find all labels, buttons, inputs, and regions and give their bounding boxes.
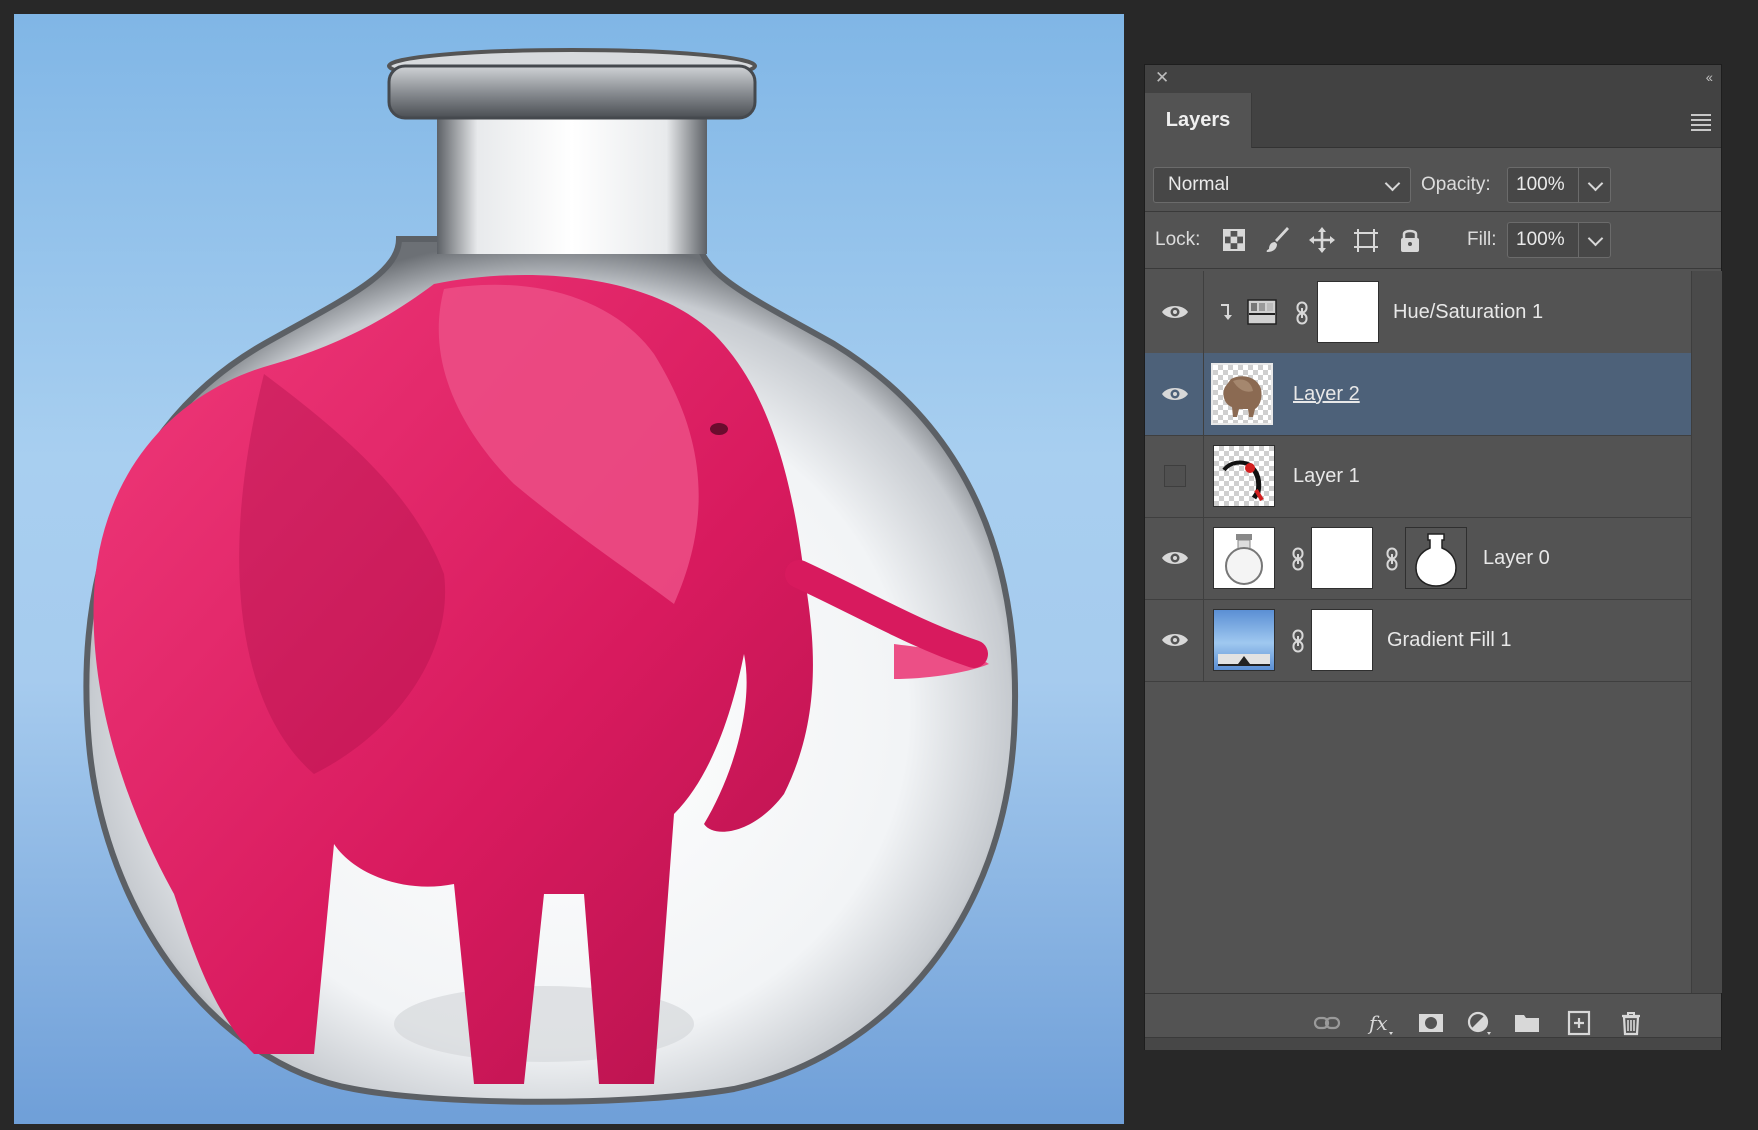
eye-icon: [1162, 634, 1188, 646]
lock-position-icon[interactable]: [1307, 225, 1337, 255]
layers-scrollbar[interactable]: [1691, 271, 1722, 993]
panel-tab-bar: Layers: [1145, 93, 1721, 148]
visibility-toggle[interactable]: [1145, 271, 1204, 353]
fill-label: Fill:: [1467, 229, 1497, 250]
layer-mask-thumbnail[interactable]: [1311, 609, 1373, 671]
opacity-field[interactable]: 100%: [1507, 167, 1611, 203]
blend-mode-value: Normal: [1168, 174, 1230, 195]
layer-row-hue-saturation[interactable]: Hue/Saturation 1: [1145, 271, 1691, 354]
layers-list: Hue/Saturation 1 Layer 2 Layer 1 Layer 0…: [1145, 271, 1691, 993]
layer-name[interactable]: Layer 2: [1293, 353, 1360, 435]
lock-artboard-icon[interactable]: [1351, 225, 1381, 255]
canvas-artwork: [83, 48, 1018, 1105]
layer-mask-thumbnail[interactable]: [1317, 281, 1379, 343]
gradient-fill-thumbnail[interactable]: [1213, 609, 1275, 671]
dancer-thumbnail-image: [1222, 460, 1264, 502]
panel-resize-grip[interactable]: [1145, 1037, 1721, 1050]
elephant-thumbnail-image: [1223, 376, 1262, 417]
fill-field[interactable]: 100%: [1507, 222, 1611, 258]
blend-mode-select[interactable]: Normal: [1153, 167, 1411, 203]
layers-panel: ✕ ‹‹ Layers Normal Opacity: 100% Lock: F…: [1144, 64, 1722, 1050]
visibility-toggle[interactable]: [1145, 435, 1204, 517]
add-mask-icon[interactable]: [1417, 1010, 1445, 1036]
hue-saturation-adjustment-icon: [1247, 299, 1277, 325]
layer-name[interactable]: Layer 1: [1293, 435, 1360, 517]
layer-name[interactable]: Gradient Fill 1: [1387, 599, 1512, 681]
fill-dropdown-icon[interactable]: [1587, 230, 1604, 247]
document-canvas[interactable]: [14, 14, 1124, 1124]
delete-layer-icon[interactable]: [1617, 1010, 1645, 1036]
close-icon[interactable]: ✕: [1155, 68, 1169, 88]
layer-thumbnail[interactable]: [1213, 527, 1275, 589]
eye-icon: [1162, 306, 1188, 318]
clipping-arrow-icon: [1221, 304, 1232, 320]
mask-link-icon[interactable]: [1291, 547, 1305, 571]
layer-mask-thumbnail[interactable]: [1311, 527, 1373, 589]
eye-icon: [1162, 552, 1188, 564]
lock-all-icon[interactable]: [1395, 225, 1425, 255]
mask-link-icon[interactable]: [1385, 547, 1399, 571]
layer-row-layer-1[interactable]: Layer 1: [1145, 435, 1691, 518]
vector-mask-thumbnail[interactable]: [1405, 527, 1467, 589]
link-layers-icon[interactable]: [1313, 1010, 1341, 1036]
panel-title-bar: ✕ ‹‹: [1145, 65, 1721, 94]
lock-label: Lock:: [1155, 229, 1201, 250]
layer-name[interactable]: Layer 0: [1483, 517, 1550, 599]
mask-link-icon[interactable]: [1295, 301, 1309, 325]
collapse-panel-icon[interactable]: ‹‹: [1706, 69, 1713, 85]
visibility-toggle[interactable]: [1145, 599, 1204, 681]
bottle-thumbnail-image: [1225, 534, 1263, 585]
layer-thumbnail[interactable]: [1211, 363, 1273, 425]
fx-icon[interactable]: fx: [1367, 1010, 1395, 1036]
visibility-toggle[interactable]: [1145, 353, 1204, 435]
chevron-down-icon: [1384, 175, 1401, 192]
lock-paint-icon[interactable]: [1263, 225, 1293, 255]
gradient-fill-icon: [1218, 654, 1270, 666]
layer-row-layer-0[interactable]: Layer 0: [1145, 517, 1691, 600]
visibility-off-box: [1164, 465, 1186, 487]
eye-icon: [1162, 388, 1188, 400]
layers-footer-toolbar: fx: [1145, 993, 1721, 1050]
visibility-toggle[interactable]: [1145, 517, 1204, 599]
adjustment-icon[interactable]: [1465, 1010, 1493, 1036]
divider: [1145, 268, 1721, 269]
new-group-icon[interactable]: [1513, 1010, 1541, 1036]
divider: [1145, 211, 1721, 212]
svg-text:fx: fx: [1367, 1011, 1388, 1035]
new-layer-icon[interactable]: [1565, 1010, 1593, 1036]
tab-layers[interactable]: Layers: [1145, 93, 1252, 148]
bottle-mask-image: [1415, 533, 1457, 587]
fill-value: 100%: [1516, 229, 1565, 250]
layer-row-layer-2[interactable]: Layer 2: [1145, 353, 1691, 436]
opacity-label: Opacity:: [1421, 174, 1491, 195]
mask-link-icon[interactable]: [1291, 629, 1305, 653]
panel-menu-icon[interactable]: [1691, 111, 1711, 134]
opacity-dropdown-icon[interactable]: [1587, 175, 1604, 192]
layer-thumbnail[interactable]: [1213, 445, 1275, 507]
layer-row-gradient-fill[interactable]: Gradient Fill 1: [1145, 599, 1691, 682]
lock-transparent-icon[interactable]: [1219, 225, 1249, 255]
layer-name[interactable]: Hue/Saturation 1: [1393, 271, 1543, 353]
opacity-value: 100%: [1516, 174, 1565, 195]
